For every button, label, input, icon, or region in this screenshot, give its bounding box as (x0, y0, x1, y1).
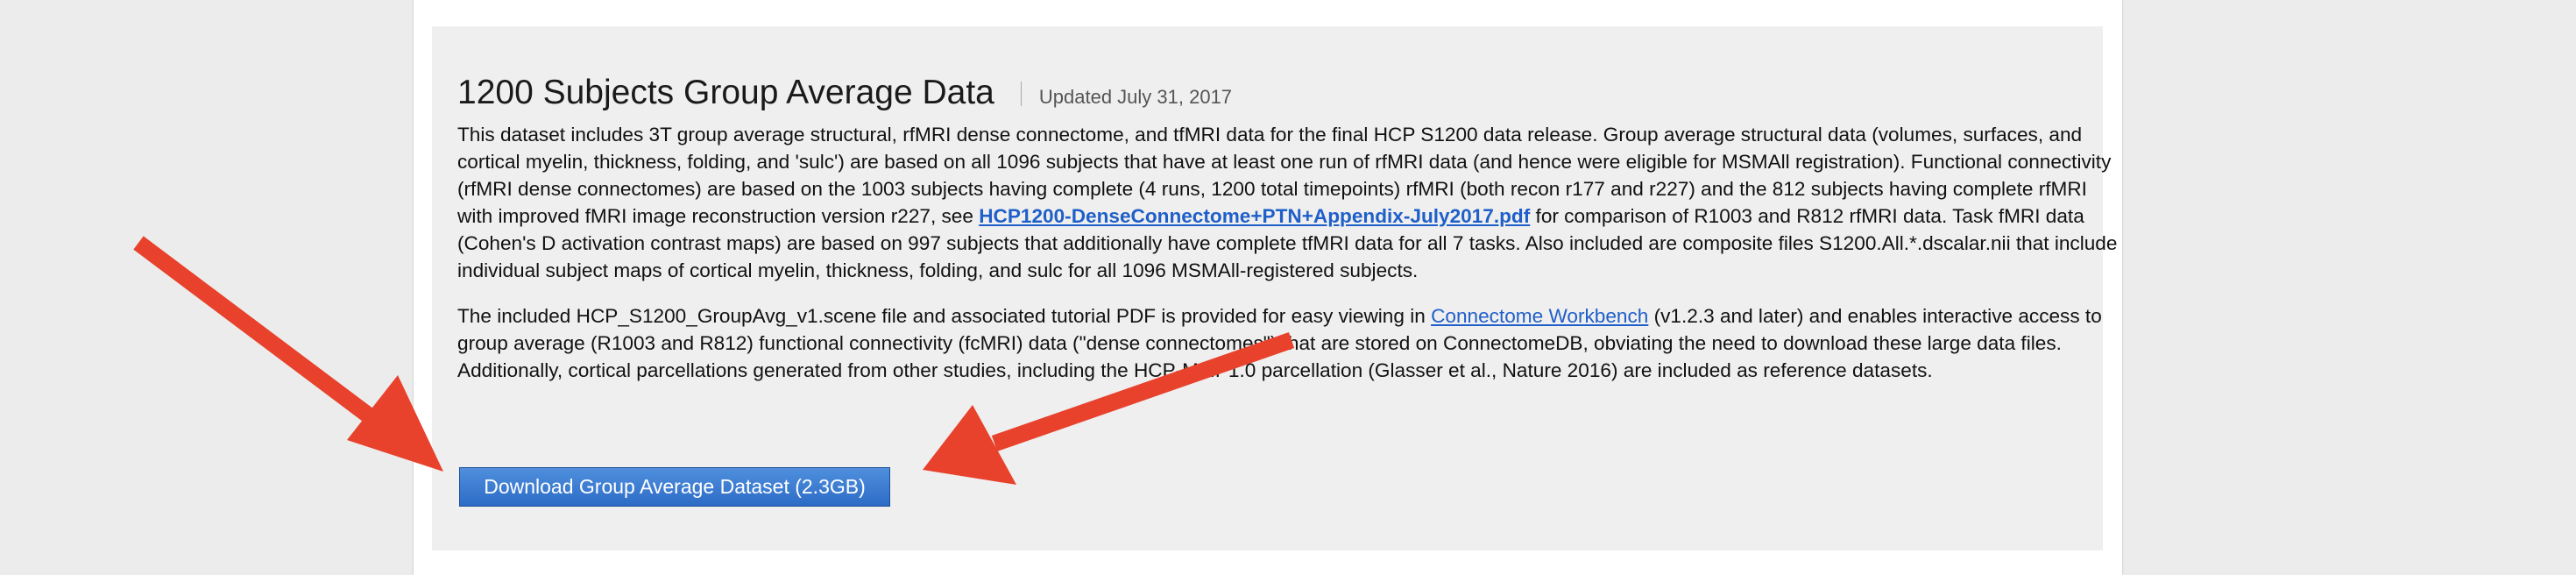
right-arrow-icon (923, 332, 1295, 485)
left-arrow-icon (133, 236, 443, 472)
annotation-arrows (133, 236, 1295, 485)
